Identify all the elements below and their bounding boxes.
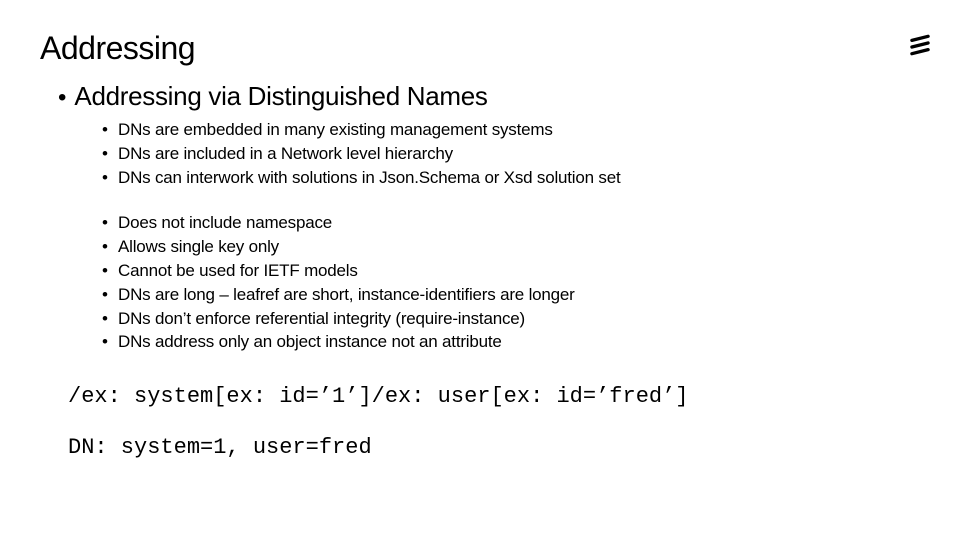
bullet-list-a: DNs are embedded in many existing manage… bbox=[102, 118, 920, 189]
list-item: DNs are embedded in many existing manage… bbox=[102, 118, 920, 142]
slide-title: Addressing bbox=[40, 30, 920, 67]
code-example-dn: DN: system=1, user=fred bbox=[68, 435, 920, 460]
bullet-dot-icon: • bbox=[58, 86, 66, 110]
bullet-list-b: Does not include namespace Allows single… bbox=[102, 211, 920, 354]
subtitle-row: • Addressing via Distinguished Names bbox=[58, 81, 920, 112]
slide-subtitle: Addressing via Distinguished Names bbox=[74, 81, 487, 112]
slide: Addressing • Addressing via Distinguishe… bbox=[0, 0, 960, 540]
list-item: Allows single key only bbox=[102, 235, 920, 259]
list-item: Does not include namespace bbox=[102, 211, 920, 235]
ericsson-logo-icon bbox=[910, 34, 930, 56]
list-item: DNs can interwork with solutions in Json… bbox=[102, 166, 920, 190]
list-item: DNs address only an object instance not … bbox=[102, 330, 920, 354]
code-example-xpath: /ex: system[ex: id=’1’]/ex: user[ex: id=… bbox=[68, 384, 920, 409]
list-item: Cannot be used for IETF models bbox=[102, 259, 920, 283]
list-item: DNs don’t enforce referential integrity … bbox=[102, 307, 920, 331]
list-item: DNs are included in a Network level hier… bbox=[102, 142, 920, 166]
list-item: DNs are long – leafref are short, instan… bbox=[102, 283, 920, 307]
